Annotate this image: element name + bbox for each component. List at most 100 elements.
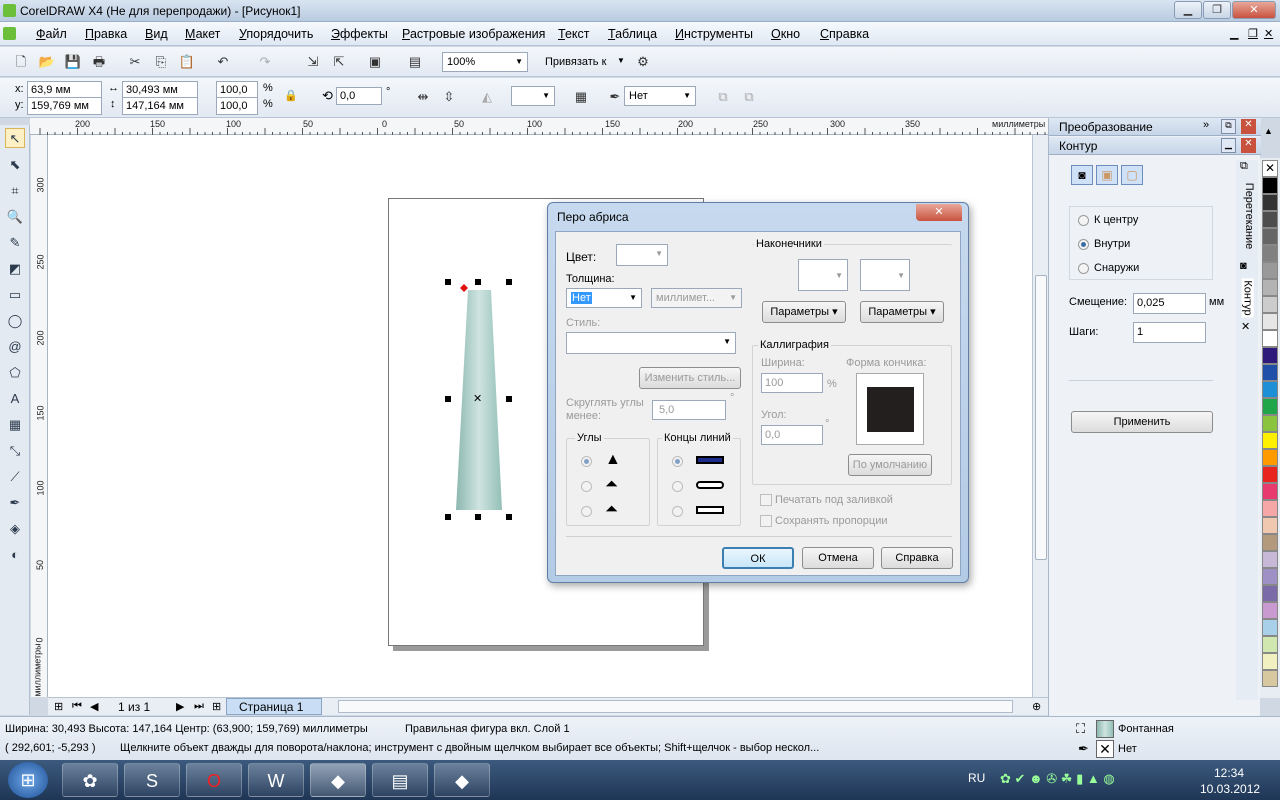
- table-tool-icon[interactable]: ▦: [5, 415, 25, 435]
- zoom-navigator-icon[interactable]: ⊕: [1032, 700, 1041, 713]
- radio-to-center[interactable]: [1078, 215, 1089, 226]
- color-swatch[interactable]: [1262, 279, 1278, 296]
- menu-tools[interactable]: Инструменты: [675, 27, 753, 41]
- center-mark-icon[interactable]: ✕: [473, 392, 482, 405]
- color-swatch[interactable]: [1262, 398, 1278, 415]
- language-indicator[interactable]: RU: [968, 771, 985, 785]
- end-arrow-params-button[interactable]: Параметры ▾: [860, 301, 944, 323]
- rotation-handle[interactable]: [460, 284, 468, 292]
- menu-arrange[interactable]: Упорядочить: [239, 27, 313, 41]
- outline-color-combo[interactable]: ▼: [511, 86, 555, 106]
- radio-cap-square[interactable]: [672, 506, 683, 517]
- color-swatch[interactable]: [1262, 245, 1278, 262]
- color-swatch[interactable]: [1262, 194, 1278, 211]
- color-swatch[interactable]: [1262, 483, 1278, 500]
- outline-tool-icon[interactable]: ✒: [5, 493, 25, 513]
- eyedropper-tool-icon[interactable]: ⟋: [5, 467, 25, 487]
- add-page-end-icon[interactable]: ⊞: [212, 700, 221, 713]
- color-swatch[interactable]: [1262, 211, 1278, 228]
- color-swatch[interactable]: [1262, 653, 1278, 670]
- object-height-field[interactable]: 147,164 мм: [122, 97, 198, 115]
- selection-handle[interactable]: [506, 279, 512, 285]
- steps-field[interactable]: 1: [1133, 322, 1206, 343]
- mirror-vertical-icon[interactable]: ⇳: [440, 88, 458, 106]
- basic-shapes-icon[interactable]: ⬠: [5, 363, 25, 383]
- menu-layout[interactable]: Макет: [185, 27, 220, 41]
- ok-button[interactable]: ОК: [722, 547, 794, 569]
- color-swatch[interactable]: [1262, 347, 1278, 364]
- print-under-fill-checkbox[interactable]: [760, 494, 772, 506]
- lock-ratio-icon[interactable]: 🔒: [284, 89, 298, 102]
- color-swatch[interactable]: [1262, 619, 1278, 636]
- default-nib-button[interactable]: По умолчанию: [848, 454, 932, 476]
- print-icon[interactable]: 🖶: [90, 53, 108, 71]
- interactive-fill-icon[interactable]: ◐: [5, 545, 25, 565]
- radio-cap-round[interactable]: [672, 481, 683, 492]
- end-arrow-combo[interactable]: ▼: [860, 259, 910, 291]
- text-tool-icon[interactable]: A: [5, 389, 25, 409]
- new-icon[interactable]: 🗋: [12, 53, 30, 71]
- color-swatch[interactable]: [1262, 636, 1278, 653]
- dialog-close-button[interactable]: ✕: [916, 204, 962, 221]
- word-taskbar-icon[interactable]: W: [248, 763, 304, 797]
- options-icon[interactable]: ⚙: [634, 53, 652, 71]
- open-icon[interactable]: 📂: [38, 53, 56, 71]
- cut-icon[interactable]: ✂: [126, 53, 144, 71]
- color-swatch[interactable]: [1262, 177, 1278, 194]
- close-tab-icon[interactable]: ✕: [1241, 320, 1250, 333]
- contour-tab-icon[interactable]: ◙: [1240, 260, 1247, 272]
- nib-shape-preview[interactable]: [856, 373, 924, 445]
- close-button[interactable]: ✕: [1232, 1, 1276, 19]
- color-swatch[interactable]: [1262, 602, 1278, 619]
- to-front-icon[interactable]: ⧉: [714, 88, 732, 106]
- zoom-combo[interactable]: 100% ▼: [442, 52, 528, 72]
- color-picker-button[interactable]: ▼: [616, 244, 668, 266]
- scale-with-image-checkbox[interactable]: [760, 515, 772, 527]
- next-page-icon[interactable]: ▶: [176, 700, 184, 713]
- float-icon[interactable]: ⧉: [1221, 119, 1236, 134]
- doc-restore-icon[interactable]: ❐: [1248, 27, 1258, 40]
- color-swatch[interactable]: [1262, 262, 1278, 279]
- color-swatch[interactable]: [1262, 364, 1278, 381]
- zoom-tool-icon[interactable]: 🔍: [5, 207, 25, 227]
- menu-text[interactable]: Текст: [558, 27, 589, 41]
- tab-contour[interactable]: Контур: [1241, 278, 1254, 318]
- apply-button[interactable]: Применить: [1071, 411, 1213, 433]
- selection-handle[interactable]: [445, 279, 451, 285]
- no-color-swatch[interactable]: ✕: [1262, 160, 1278, 177]
- radio-corner-miter[interactable]: [581, 456, 592, 467]
- horizontal-scrollbar[interactable]: [338, 700, 1013, 713]
- round-corners-field[interactable]: 5,0: [652, 400, 726, 420]
- style-combo[interactable]: ▼: [566, 332, 736, 354]
- spiral-tool-icon[interactable]: @: [5, 337, 25, 357]
- color-swatch[interactable]: [1262, 415, 1278, 432]
- menu-effects[interactable]: Эффекты: [331, 27, 388, 41]
- prev-page-icon[interactable]: ◀: [90, 700, 98, 713]
- outline-width-combo[interactable]: Нет ▼: [624, 86, 696, 106]
- color-swatch[interactable]: [1262, 432, 1278, 449]
- minimize-icon[interactable]: ▁: [1221, 138, 1236, 153]
- outline-swatch[interactable]: ✕: [1096, 740, 1114, 758]
- skype-taskbar-icon[interactable]: S: [124, 763, 180, 797]
- icq-taskbar-icon[interactable]: ✿: [62, 763, 118, 797]
- minimize-button[interactable]: ▁: [1174, 1, 1202, 19]
- first-page-icon[interactable]: ⏮: [72, 700, 82, 713]
- color-swatch[interactable]: [1262, 585, 1278, 602]
- menu-bitmaps[interactable]: Растровые изображения: [402, 27, 545, 41]
- radio-cap-butt[interactable]: [672, 456, 683, 467]
- color-swatch[interactable]: [1262, 449, 1278, 466]
- color-swatch[interactable]: [1262, 296, 1278, 313]
- selection-handle[interactable]: [445, 396, 451, 402]
- color-swatch[interactable]: [1262, 466, 1278, 483]
- transform-docker-header[interactable]: Преобразование » ⧉ ✕: [1049, 118, 1261, 136]
- opera-taskbar-icon[interactable]: O: [186, 763, 242, 797]
- radio-outside[interactable]: [1078, 263, 1089, 274]
- color-swatch[interactable]: [1262, 381, 1278, 398]
- welcome-icon[interactable]: ▤: [406, 53, 424, 71]
- redo-icon[interactable]: ↷: [256, 53, 274, 71]
- contour-to-center-icon[interactable]: ◙: [1071, 165, 1093, 185]
- shape-tool-icon[interactable]: ⬉: [5, 155, 25, 175]
- close-icon[interactable]: ✕: [1241, 119, 1256, 134]
- palette-scroll-up-icon[interactable]: ▲: [1264, 126, 1273, 136]
- color-swatch[interactable]: [1262, 670, 1278, 687]
